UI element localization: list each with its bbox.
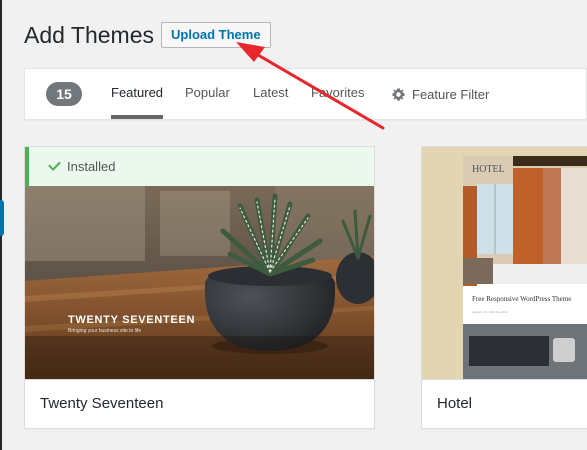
page-title: Add Themes	[24, 22, 154, 48]
theme-screenshot[interactable]	[25, 186, 374, 381]
hotel-post-meta: January 18, 2018 by admin	[472, 310, 509, 314]
tab-popular[interactable]: Popular	[185, 69, 230, 119]
theme-screenshot[interactable]: HOTEL Free Responsive WordPress Theme Ja…	[422, 147, 587, 381]
theme-filter-bar: 15 Featured Popular Latest Favorites Fea…	[24, 68, 587, 120]
hotel-post-title: Free Responsive WordPress Theme	[472, 295, 572, 303]
theme-count-badge: 15	[46, 82, 82, 106]
tab-latest[interactable]: Latest	[253, 69, 288, 119]
feature-filter-button[interactable]: Feature Filter	[391, 69, 489, 119]
feature-filter-label: Feature Filter	[412, 86, 490, 102]
screenshot-site-tagline: Bringing your business site to life	[68, 328, 142, 334]
theme-name: Hotel	[422, 379, 587, 428]
gear-icon	[392, 88, 405, 100]
theme-card-hotel[interactable]: HOTEL Free Responsive WordPress Theme Ja…	[421, 146, 587, 429]
screenshot-site-title: TWENTY SEVENTEEN	[68, 314, 196, 326]
hotel-site-preview: HOTEL Free Responsive WordPress Theme Ja…	[463, 156, 587, 381]
theme-card-twenty-seventeen[interactable]: Installed TWENTY SEVENTEEN Bringing your…	[24, 146, 375, 429]
tab-featured[interactable]: Featured	[111, 69, 164, 119]
hotel-logo-text: HOTEL	[472, 164, 505, 175]
succulent-plant-image	[25, 186, 374, 381]
installed-label: Installed	[67, 159, 116, 174]
tab-favorites[interactable]: Favorites	[311, 69, 364, 119]
checkmark-icon	[48, 158, 61, 171]
hotel-room-image	[463, 156, 587, 381]
admin-menu-indicator	[0, 200, 4, 236]
installed-notice: Installed	[25, 147, 374, 186]
upload-theme-button[interactable]: Upload Theme	[161, 22, 271, 48]
theme-name: Twenty Seventeen	[25, 379, 374, 428]
